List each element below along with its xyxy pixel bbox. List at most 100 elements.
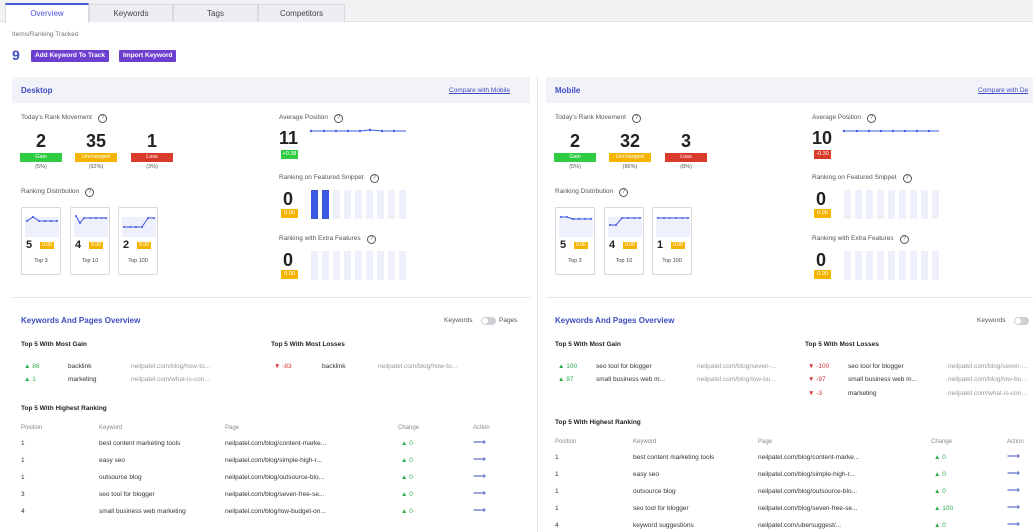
add-keyword-button[interactable]: Add Keyword To Track <box>31 50 109 62</box>
help-icon[interactable]: ? <box>334 114 344 123</box>
top100-card[interactable]: 2 0.00 Top 100 <box>118 207 158 275</box>
loss-value: 3 <box>680 131 691 151</box>
arrow-right-icon[interactable]: ⟶ <box>473 454 486 465</box>
sparkline <box>74 215 108 237</box>
triangle-up-icon: ▲ <box>934 522 943 529</box>
unchanged-value: 32 <box>619 131 641 151</box>
arrow-right-icon[interactable]: ⟶ <box>473 505 486 516</box>
mobile-panel-header <box>546 77 1033 103</box>
rank-movement-label: Today's Rank Movement? <box>555 114 641 123</box>
loss-value: 1 <box>146 131 157 151</box>
arrow-right-icon[interactable]: ⟶ <box>1007 451 1020 462</box>
tab-tags[interactable]: Tags <box>173 4 258 22</box>
col-page: Page <box>225 425 240 431</box>
arrow-right-icon[interactable]: ⟶ <box>1007 485 1020 496</box>
help-icon[interactable]: ? <box>369 174 379 183</box>
loss-url[interactable]: neilpatel.com/blog/how-to... <box>378 363 457 370</box>
card-change: 0.00 <box>40 242 54 249</box>
help-icon[interactable]: ? <box>97 114 107 123</box>
gain-url[interactable]: neilpatel.com/blog/how-to... <box>131 363 210 370</box>
row-page[interactable]: neilpatel.com/blog/content-marke... <box>758 454 859 461</box>
col-keyword: Keyword <box>99 425 123 431</box>
top10-card[interactable]: 4 0.00 Top 10 <box>604 207 644 275</box>
help-icon[interactable]: ? <box>902 174 912 183</box>
average-position-value: 10 <box>812 128 833 148</box>
app-root: Overview Keywords Tags Competitors Items… <box>0 0 1033 532</box>
top10-card[interactable]: 4 0.00 Top 10 <box>70 207 110 275</box>
card-label: Top 3 <box>568 258 582 264</box>
keywords-pages-toggle[interactable] <box>1014 317 1029 325</box>
import-keyword-button[interactable]: Import Keyword <box>119 50 177 62</box>
triangle-down-icon: ▼ <box>808 390 817 397</box>
loss-url[interactable]: neilpatel.com/what-is-con... <box>948 390 1027 397</box>
arrow-right-icon[interactable]: ⟶ <box>1007 468 1020 479</box>
row-keyword: best content marketing tools <box>99 440 181 447</box>
top3-card[interactable]: 5 0.00 Top 3 <box>555 207 595 275</box>
featured-snippet-value: 0 <box>816 189 827 209</box>
row-position: 4 <box>21 508 25 515</box>
gain-keyword: seo tool for blogger <box>596 363 652 370</box>
arrow-right-icon[interactable]: ⟶ <box>1007 502 1020 513</box>
items-tracked-count: 9 <box>12 47 20 63</box>
help-icon[interactable]: ? <box>619 188 629 197</box>
loss-url[interactable]: neilpatel.com/blog/seven-... <box>948 363 1027 370</box>
compare-with-desktop-link[interactable]: Compare with De <box>978 87 1028 94</box>
help-icon[interactable]: ? <box>867 114 877 123</box>
extra-features-value: 0 <box>283 250 294 270</box>
row-page[interactable]: neilpatel.com/blog/simple-high-r... <box>225 457 322 464</box>
row-page[interactable]: neilpatel.com/blog/simple-high-r... <box>758 471 855 478</box>
average-position-change: -0.30 <box>814 150 831 159</box>
card-label: Top 100 <box>662 258 682 264</box>
row-change: ▲ 0 <box>401 474 413 481</box>
top100-card[interactable]: 1 0.00 Top 100 <box>652 207 692 275</box>
loss-url[interactable]: neilpatel.com/blog/low-bu... <box>948 376 1027 383</box>
triangle-up-icon: ▲ <box>934 505 943 512</box>
sparkline <box>559 216 593 237</box>
toggle-keywords-label: Keywords <box>444 317 473 324</box>
compare-with-mobile-link[interactable]: Compare with Mobile <box>449 87 510 94</box>
gain-badge: Gain <box>20 153 62 162</box>
card-change: 0.00 <box>671 242 685 249</box>
gain-url[interactable]: neilpatel.com/what-is-con... <box>131 376 210 383</box>
row-page[interactable]: neilpatel.com/blog/content-marke... <box>225 440 326 447</box>
row-change: ▲ 0 <box>934 471 946 478</box>
row-page[interactable]: neilpatel.com/blog/low-budget-on... <box>225 508 326 515</box>
help-icon[interactable]: ? <box>899 235 909 244</box>
keywords-pages-toggle[interactable] <box>481 317 496 325</box>
arrow-right-icon[interactable]: ⟶ <box>473 471 486 482</box>
tab-competitors[interactable]: Competitors <box>258 4 345 22</box>
gain-value: 2 <box>569 131 580 151</box>
unchanged-badge: Unchanged <box>75 153 117 162</box>
gain-url[interactable]: neilpatel.com/blog/low-bu... <box>697 376 776 383</box>
featured-snippet-label: Ranking on Featured Snippet? <box>812 174 912 183</box>
row-page[interactable]: neilpatel.com/blog/outsource-blo... <box>758 488 857 495</box>
row-change: ▲ 0 <box>401 491 413 498</box>
average-position-label: Average Position? <box>279 114 344 123</box>
row-page[interactable]: neilpatel.com/blog/outsource-blo... <box>225 474 324 481</box>
arrow-right-icon[interactable]: ⟶ <box>1007 519 1020 530</box>
gain-url[interactable]: neilpatel.com/blog/seven-... <box>697 363 776 370</box>
average-position-sparkline <box>309 128 406 133</box>
col-position: Position <box>555 439 577 445</box>
top3-card[interactable]: 5 0.00 Top 3 <box>21 207 61 275</box>
help-icon[interactable]: ? <box>85 188 95 197</box>
loss-keyword: small business web m... <box>848 376 917 383</box>
help-icon[interactable]: ? <box>631 114 641 123</box>
gain-keyword: marketing <box>68 376 97 383</box>
arrow-right-icon[interactable]: ⟶ <box>473 488 486 499</box>
arrow-right-icon[interactable]: ⟶ <box>473 437 486 448</box>
most-gain-title: Top 5 With Most Gain <box>21 341 87 348</box>
featured-snippet-value: 0 <box>283 189 294 209</box>
overview-title: Keywords And Pages Overview <box>21 316 141 325</box>
help-icon[interactable]: ? <box>366 235 376 244</box>
loss-row: ▼ -97 <box>808 376 826 383</box>
loss-percent: (8%) <box>680 164 692 170</box>
row-page[interactable]: neilpatel.com/ubersuggest/... <box>758 522 841 529</box>
row-keyword: easy seo <box>99 457 126 464</box>
row-page[interactable]: neilpatel.com/blog/seven-free-se... <box>225 491 324 498</box>
tab-overview[interactable]: Overview <box>5 3 89 23</box>
row-page[interactable]: neilpatel.com/blog/seven-free-se... <box>758 505 857 512</box>
row-change: ▲ 0 <box>934 488 946 495</box>
col-position: Position <box>21 425 43 431</box>
tab-keywords[interactable]: Keywords <box>89 4 173 22</box>
